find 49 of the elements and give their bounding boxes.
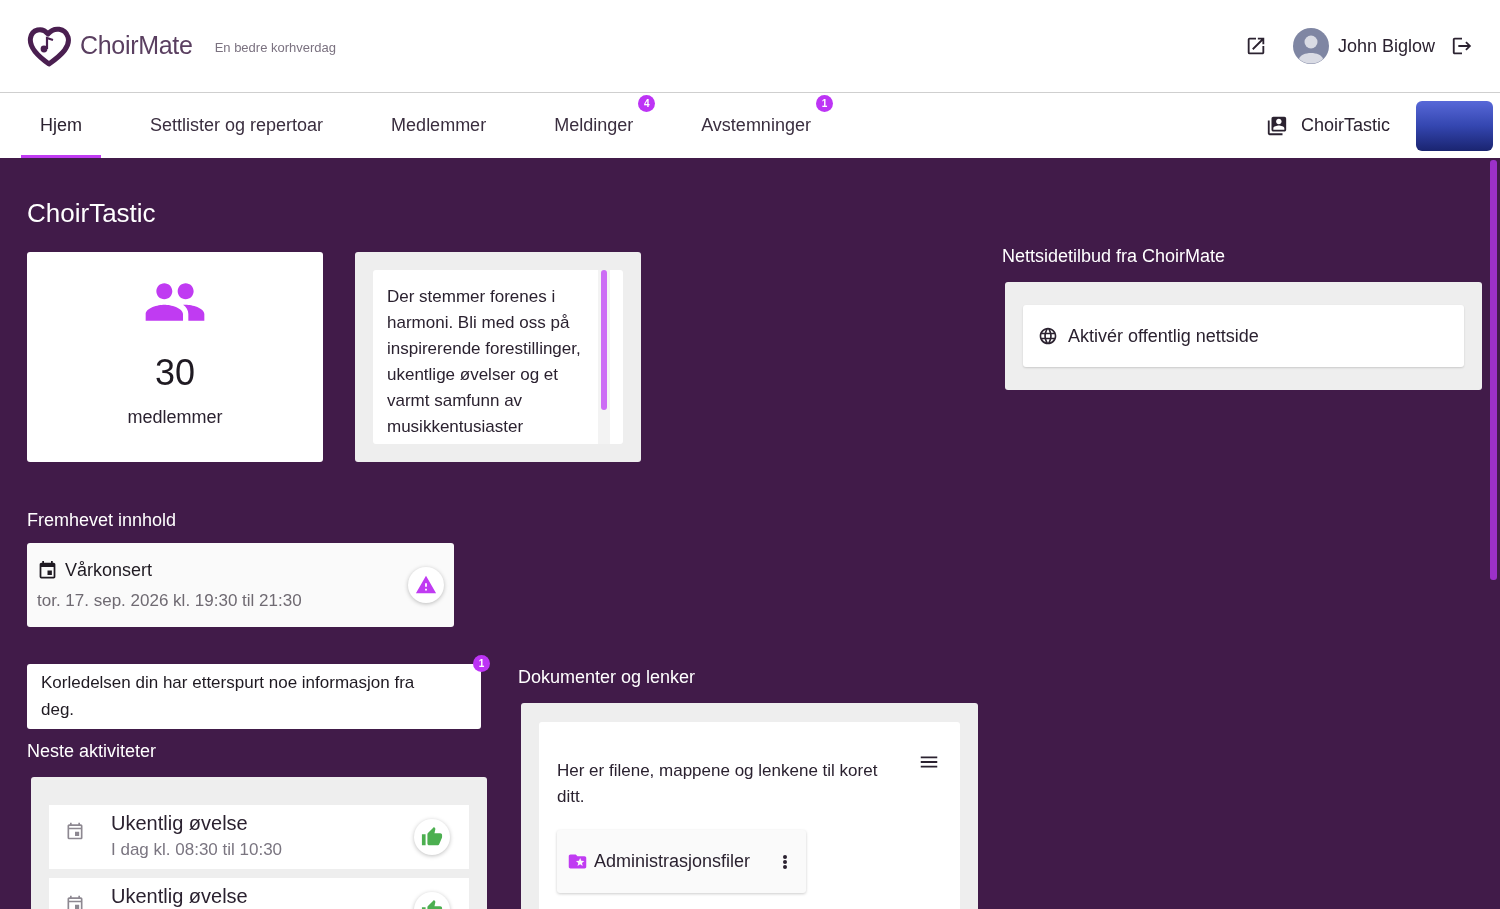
heart-note-logo-icon [27, 25, 72, 67]
notice-text: Korledelsen din har etterspurt noe informasjon fra deg. [41, 672, 416, 721]
nav-tab[interactable]: Medlemmer [372, 93, 506, 158]
page-title: ChoirTastic [27, 197, 157, 230]
section-heading: Dokumenter og lenker [518, 666, 697, 689]
documents-intro: Her er filene, mappene og lenkene til koret ditt. [557, 760, 879, 808]
calendar-icon [65, 821, 85, 841]
activate-website-button[interactable]: Aktivér offentlig nettside [1023, 305, 1464, 367]
member-count: 30 [154, 353, 195, 393]
activity-time: I dag kl. 08:30 til 10:30 [111, 839, 284, 861]
section-heading: Nettsidetilbud fra ChoirMate [1002, 245, 1227, 268]
warning-button[interactable] [408, 567, 444, 603]
more-options-button[interactable] [783, 854, 787, 869]
calendar-icon [37, 559, 58, 581]
section-heading: Fremhevet innhold [27, 509, 178, 532]
folder-chip[interactable]: Administrasjonsfiler [557, 830, 806, 893]
tagline: En bedre korhverdag [214, 38, 337, 57]
logout-icon [1451, 35, 1473, 57]
app-logo-text: ChoirMate [80, 30, 193, 62]
scrollbar-thumb[interactable] [1490, 160, 1497, 580]
activity-title: Ukentlig øvelse [111, 811, 249, 835]
globe-icon [1038, 326, 1058, 346]
activity-item[interactable]: Ukentlig øvelse [49, 878, 469, 909]
activity-item[interactable]: Ukentlig øvelse I dag kl. 08:30 til 10:30 [49, 805, 469, 869]
user-avatar-icon [1292, 28, 1329, 64]
choir-switcher[interactable]: ChoirTastic [1265, 93, 1390, 158]
choir-description: Der stemmer forenes i harmoni. Bli med oss på inspirerende forestillinger, ukentlige øvelser og et varmt samfunn av musikkentusiaster [386, 286, 582, 438]
nav-tab[interactable]: Avstemninger 1 [682, 93, 830, 158]
event-title: Vårkonsert [65, 559, 153, 582]
activity-title: Ukentlig øvelse [111, 884, 249, 908]
nav-tab[interactable]: Meldinger 4 [535, 93, 653, 158]
more-options-icon [783, 854, 787, 869]
featured-event-card[interactable]: Vårkonsert tor. 17. sep. 2026 kl. 19:30 til 21:30 [27, 543, 454, 627]
member-count-label: medlemmer [127, 406, 223, 429]
nav-tab[interactable]: Settlister og repertoar [131, 93, 343, 158]
contact-card-icon [1265, 114, 1288, 137]
notification-badge: 4 [638, 95, 656, 112]
scrollbar-thumb[interactable] [601, 270, 607, 410]
calendar-icon [65, 894, 85, 909]
event-time: tor. 17. sep. 2026 kl. 19:30 til 21:30 [37, 590, 303, 612]
section-heading: Neste aktiviteter [27, 740, 158, 763]
thumbs-up-button[interactable] [414, 819, 450, 855]
user-name[interactable]: John Biglow [1337, 32, 1435, 60]
members-card[interactable]: 30 medlemmer [27, 252, 323, 462]
folder-name: Administrasjonsfiler [594, 850, 751, 873]
scrollbar-track[interactable] [598, 270, 610, 444]
notification-badge: 1 [815, 95, 833, 112]
notification-badge: 1 [473, 655, 490, 672]
logout-button[interactable] [1451, 35, 1473, 57]
